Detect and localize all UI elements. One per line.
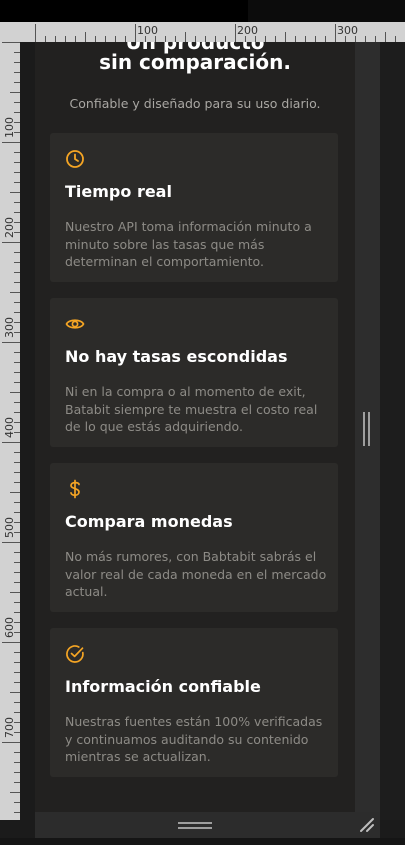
card-description: Nuestro API toma información minuto a mi…	[65, 219, 312, 269]
ruler-tick	[135, 24, 136, 42]
ruler-tick	[35, 24, 36, 42]
ruler-label: 400	[3, 417, 16, 438]
ruler-tick	[10, 792, 20, 793]
scrollbar-thumb[interactable]	[362, 412, 372, 446]
ruler-tick	[385, 32, 386, 42]
ruler-tick	[10, 692, 20, 693]
card-title: No hay tasas escondidas	[65, 347, 288, 366]
right-margin	[380, 42, 405, 820]
feature-card-no-hidden-fees: No hay tasas escondidas Ni en la compra …	[50, 298, 338, 447]
ruler-tick	[10, 492, 20, 493]
ruler-tick	[185, 32, 186, 42]
ruler-tick	[10, 192, 20, 193]
ruler-label: 700	[3, 717, 16, 738]
ruler-label: 300	[3, 317, 16, 338]
window-top-bar	[0, 0, 405, 22]
ruler-tick	[2, 342, 20, 343]
card-title: Tiempo real	[65, 182, 172, 201]
ruler-tick	[335, 24, 336, 42]
ruler-tick	[2, 42, 20, 43]
feature-card-realtime: Tiempo real Nuestro API toma información…	[50, 133, 338, 282]
ruler-label: 200	[3, 217, 16, 238]
ruler-tick	[10, 92, 20, 93]
horizontal-ruler: 100 200 300	[35, 22, 405, 42]
card-description: Nuestras fuentes están 100% verificadas …	[65, 714, 323, 764]
ruler-label: 100	[3, 117, 16, 138]
page-viewport[interactable]: Un producto sin comparación. Confiable y…	[35, 42, 355, 812]
resize-handle-icon[interactable]	[358, 816, 376, 834]
bottom-strip	[0, 838, 405, 845]
ruler-tick	[235, 24, 236, 42]
ruler-tick	[2, 242, 20, 243]
heading-line-1: Un producto	[125, 42, 265, 54]
section-heading: Un producto sin comparación.	[35, 42, 355, 74]
clock-icon	[66, 150, 84, 168]
drag-handle-icon[interactable]	[178, 822, 212, 831]
ruler-corner	[0, 22, 35, 42]
ruler-tick	[10, 592, 20, 593]
card-title: Compara monedas	[65, 512, 233, 531]
vertical-ruler: 100 200 300 400 500 600 700	[0, 42, 20, 820]
ruler-tick	[85, 32, 86, 42]
feature-card-reliable-info: Información confiable Nuestras fuentes e…	[50, 628, 338, 777]
ruler-label: 500	[3, 517, 16, 538]
ruler-gutter	[20, 42, 35, 820]
check-circle-icon	[66, 645, 84, 663]
card-title: Información confiable	[65, 677, 261, 696]
ruler-tick	[2, 442, 20, 443]
ruler-tick	[2, 542, 20, 543]
ruler-tick	[10, 392, 20, 393]
ruler-tick	[2, 742, 20, 743]
feature-card-compare-coins: Compara monedas No más rumores, con Babt…	[50, 463, 338, 612]
card-description: Ni en la compra o al momento de exit, Ba…	[65, 384, 318, 434]
ruler-tick	[2, 142, 20, 143]
ruler-tick	[2, 642, 20, 643]
ruler-label: 600	[3, 617, 16, 638]
dollar-icon	[70, 479, 80, 499]
section-subtitle: Confiable y diseñado para su uso diario.	[69, 96, 321, 111]
ruler-tick	[10, 292, 20, 293]
card-description: No más rumores, con Babtabit sabrás el v…	[65, 549, 327, 599]
ruler-tick	[285, 32, 286, 42]
eye-icon	[65, 319, 85, 329]
